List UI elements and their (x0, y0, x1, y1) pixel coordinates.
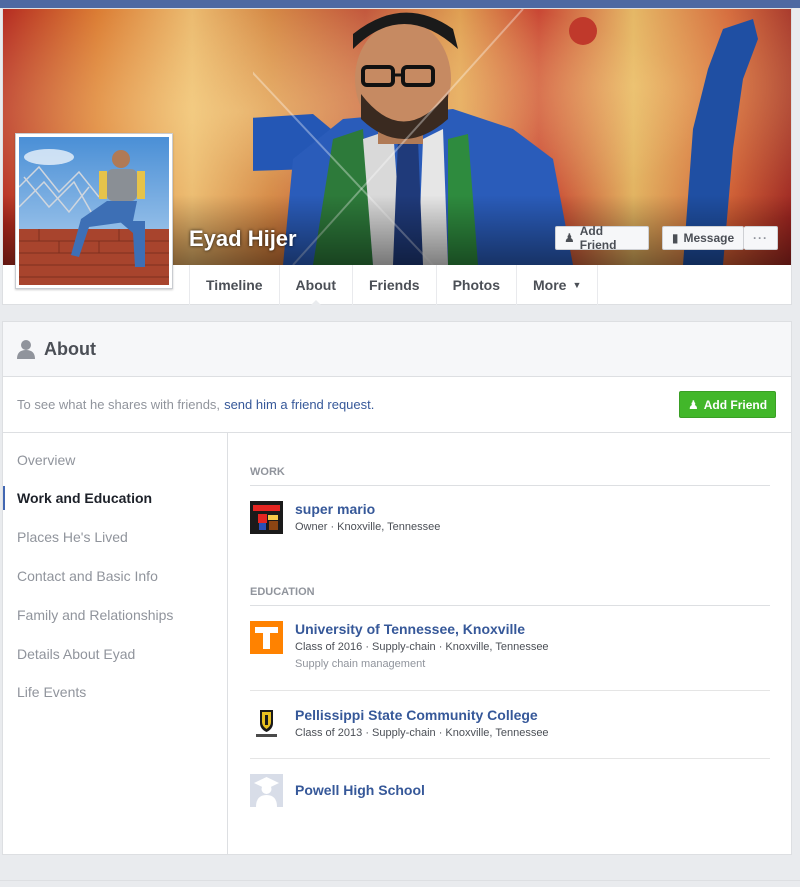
top-blue-bar (0, 0, 800, 8)
profile-tabs: Timeline About Friends Photos More ▼ (189, 265, 599, 306)
message-label: Message (683, 231, 735, 245)
sidebar-item-family-relationships[interactable]: Family and Relationships (3, 603, 227, 627)
chevron-down-icon: ▼ (572, 280, 582, 290)
send-friend-request-link[interactable]: send him a friend request (224, 397, 371, 412)
more-options-button[interactable]: ··· (744, 226, 778, 250)
person-icon (17, 340, 35, 359)
message-button[interactable]: ▮ Message (662, 226, 744, 250)
work-section-label: WORK (250, 466, 770, 486)
add-friend-green-button[interactable]: ♟ Add Friend (679, 391, 776, 418)
about-section: About To see what he shares with friends… (2, 321, 792, 855)
profile-picture[interactable] (15, 133, 173, 289)
tab-about[interactable]: About (280, 265, 353, 306)
education-title-link[interactable]: University of Tennessee, Knoxville (295, 621, 525, 637)
education-detail: Supply chain management (295, 658, 426, 670)
work-subtitle: Owner · Knoxville, Tennessee (295, 521, 441, 533)
education-entry: Powell High School (250, 774, 770, 814)
add-friend-green-label: Add Friend (703, 397, 768, 412)
graduate-silhouette-icon[interactable] (250, 774, 283, 807)
education-entry: University of Tennessee, Knoxville Class… (250, 621, 770, 671)
sidebar-item-details[interactable]: Details About Eyad (3, 642, 227, 666)
divider (250, 758, 770, 759)
divider (250, 690, 770, 691)
more-dots-icon: ··· (753, 231, 768, 245)
friend-request-notice: To see what he shares with friends, send… (3, 377, 791, 433)
about-sidebar: Overview Work and Education Places He's … (3, 433, 228, 854)
education-subtitle: Class of 2013 · Supply-chain · Knoxville… (295, 727, 549, 739)
work-title-link[interactable]: super mario (295, 501, 375, 517)
tab-timeline[interactable]: Timeline (190, 265, 280, 305)
about-header: About (3, 322, 791, 377)
sidebar-item-contact-info[interactable]: Contact and Basic Info (3, 564, 227, 588)
add-friend-icon: ♟ (687, 397, 699, 412)
about-title: About (44, 338, 96, 359)
sidebar-item-work-and-education[interactable]: Work and Education (3, 486, 227, 510)
tennessee-t-logo-icon[interactable] (250, 621, 283, 654)
profile-name[interactable]: Eyad Hijer (189, 226, 297, 252)
add-friend-label: Add Friend (579, 224, 617, 252)
add-friend-icon: ♟ (564, 231, 575, 245)
tab-more[interactable]: More ▼ (517, 265, 599, 305)
education-title-link[interactable]: Pellissippi State Community College (295, 707, 538, 723)
profile-header: Eyad Hijer ♟ Add Friend ▮ Message ··· Ti… (2, 8, 792, 306)
work-entry: super mario Owner · Knoxville, Tennessee (250, 501, 770, 541)
page-bottom-strip (0, 880, 800, 887)
notice-end: . (370, 397, 375, 412)
message-icon: ▮ (671, 231, 679, 245)
notice-text: To see what he shares with friends, (17, 397, 221, 412)
about-body: Overview Work and Education Places He's … (3, 433, 791, 854)
work-education-content: WORK super mario Owner · Knoxville, Tenn… (250, 433, 770, 854)
add-friend-button[interactable]: ♟ Add Friend (555, 224, 649, 252)
sidebar-item-life-events[interactable]: Life Events (3, 680, 227, 704)
tab-photos[interactable]: Photos (437, 265, 518, 305)
education-entry: Pellissippi State Community College Clas… (250, 707, 770, 747)
sidebar-item-places-lived[interactable]: Places He's Lived (3, 525, 227, 549)
pellissippi-shield-logo-icon[interactable] (250, 707, 283, 740)
education-section-label: EDUCATION (250, 586, 770, 606)
sidebar-item-overview[interactable]: Overview (3, 448, 227, 472)
education-subtitle: Class of 2016 · Supply-chain · Knoxville… (295, 641, 549, 653)
super-mario-icon[interactable] (250, 501, 283, 534)
tab-friends[interactable]: Friends (353, 265, 437, 305)
education-title-link[interactable]: Powell High School (295, 782, 425, 798)
